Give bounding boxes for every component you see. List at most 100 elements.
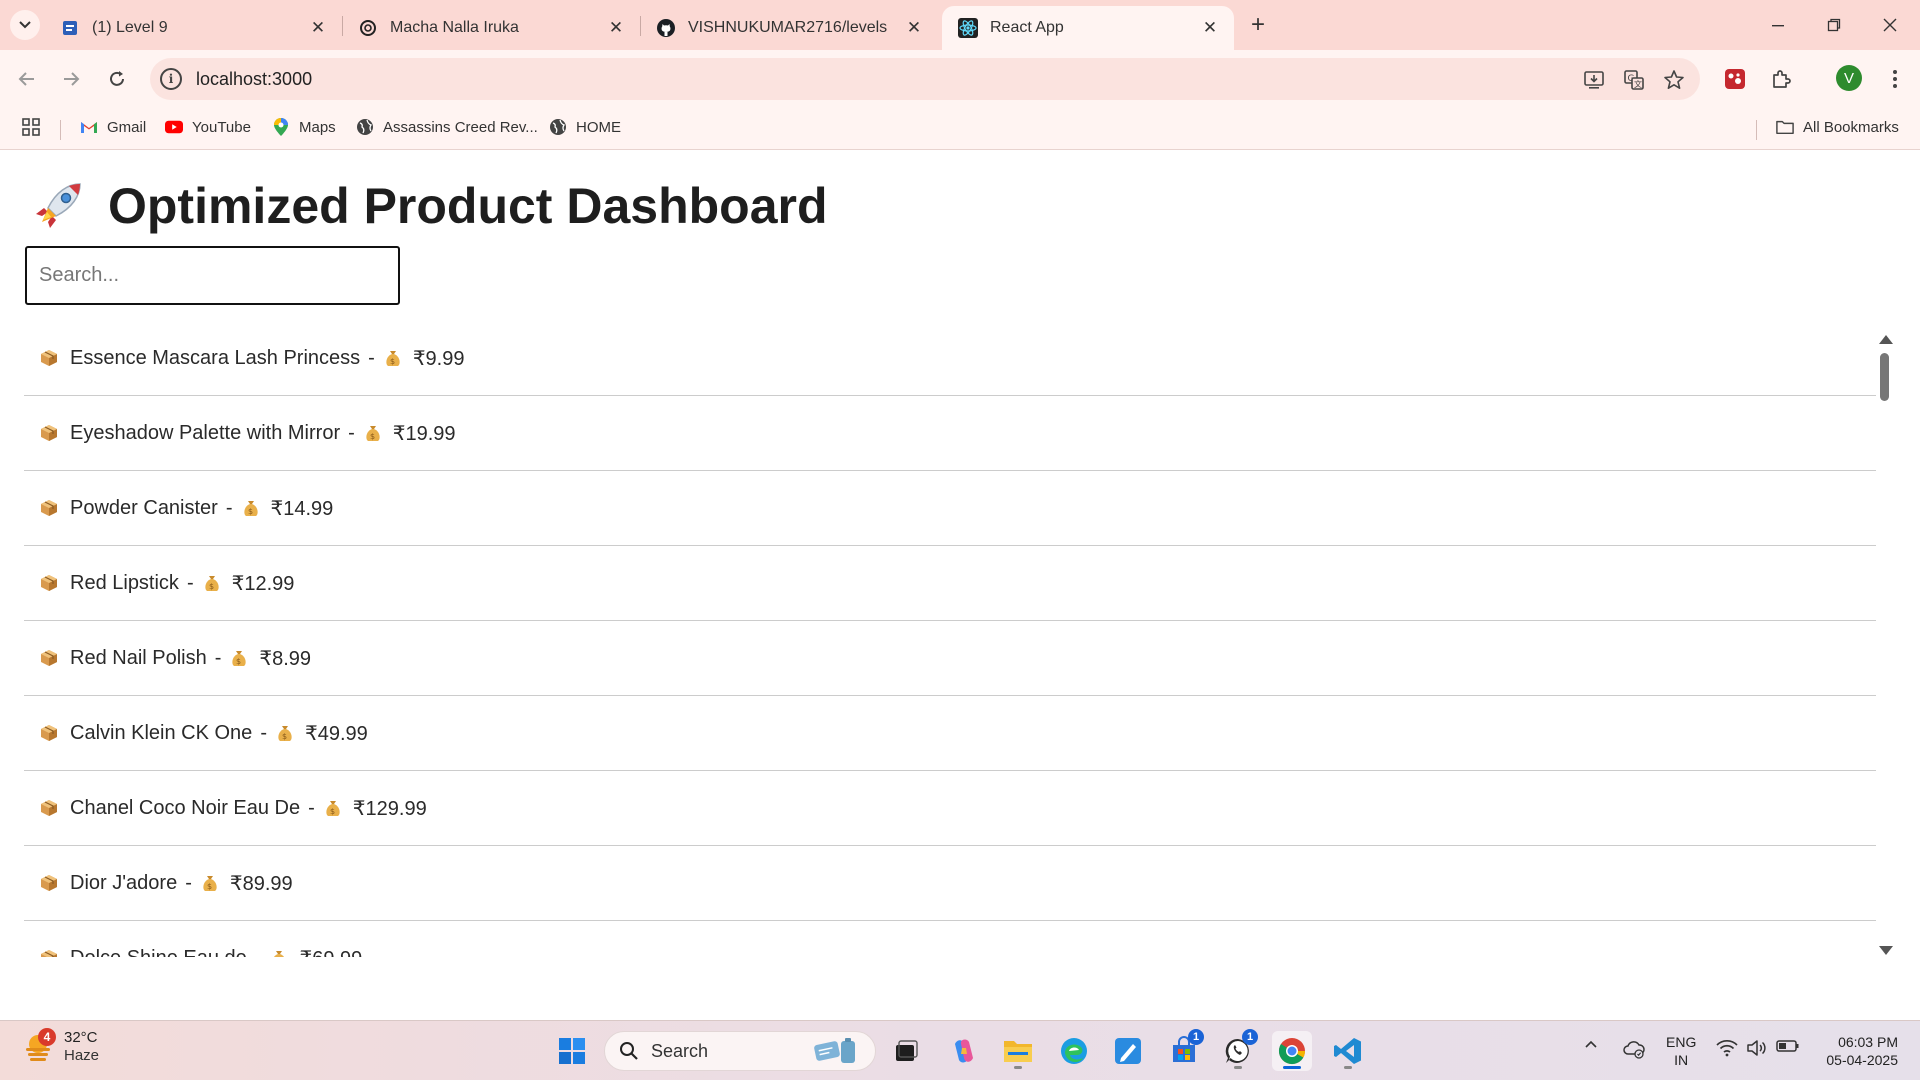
translate-icon[interactable]: G文 (1622, 68, 1646, 92)
taskbar-clock[interactable]: 06:03 PM 05-04-2025 (1818, 1033, 1898, 1069)
close-tab-icon[interactable]: ✕ (606, 18, 626, 38)
svg-text:$: $ (370, 432, 375, 441)
bookmark-maps[interactable]: Maps (272, 118, 336, 136)
new-tab-button[interactable]: + (1245, 11, 1271, 38)
close-tab-icon[interactable]: ✕ (904, 18, 924, 38)
bookmark-home[interactable]: HOME (549, 118, 621, 136)
taskbar-search-box[interactable]: Search (604, 1031, 876, 1071)
taskbar-app-whatsapp[interactable]: 1 (1218, 1029, 1258, 1071)
tab-level-9[interactable]: (1) Level 9 ✕ (44, 6, 342, 50)
money-bag-icon: $ (204, 576, 219, 591)
tab-search-button[interactable] (10, 10, 40, 40)
site-info-icon[interactable]: i (160, 68, 182, 90)
restore-button[interactable] (1806, 0, 1862, 50)
price-separator: - (225, 496, 233, 519)
svg-text:$: $ (390, 357, 395, 366)
pen-app-icon (1115, 1038, 1141, 1064)
chrome-icon (1278, 1038, 1306, 1065)
arrow-left-icon (18, 72, 34, 86)
extension-puzzle-red-icon[interactable] (1720, 64, 1750, 94)
minimize-button[interactable] (1750, 0, 1806, 50)
profile-avatar[interactable]: V (1836, 65, 1862, 91)
show-hidden-icons-button[interactable] (1584, 1039, 1598, 1049)
chrome-menu-icon[interactable] (1880, 64, 1910, 94)
svg-text:$: $ (207, 882, 212, 891)
taskbar-app-file-explorer[interactable] (998, 1031, 1038, 1071)
package-icon (41, 500, 57, 516)
price-separator: - (186, 571, 194, 594)
tab-title: (1) Level 9 (92, 19, 168, 36)
taskbar-app-draw[interactable] (1108, 1031, 1148, 1071)
scroll-down-arrow-icon[interactable] (1879, 946, 1893, 955)
cloud-sync-icon (1623, 1041, 1645, 1059)
product-price: ₹14.99 (270, 497, 334, 520)
price-separator: - (185, 871, 192, 894)
svg-text:$: $ (248, 507, 253, 516)
page-title: Optimized Product Dashboard (30, 177, 828, 235)
bookmark-gmail[interactable]: Gmail (80, 118, 146, 136)
bookmarks-divider (1756, 120, 1757, 140)
bookmark-youtube[interactable]: YouTube (165, 118, 251, 136)
product-name: Essence Mascara Lash Princess (70, 346, 361, 369)
url-text: localhost:3000 (196, 69, 313, 89)
edge-icon (1061, 1038, 1087, 1064)
battery-icon (1776, 1040, 1799, 1052)
taskbar-app-edge[interactable] (1054, 1031, 1094, 1071)
tab-github-levels[interactable]: VISHNUKUMAR2716/levels ✕ (640, 6, 938, 50)
install-app-icon[interactable] (1582, 68, 1606, 92)
wifi-icon (1716, 1039, 1738, 1057)
bookmark-assassins-creed[interactable]: Assassins Creed Rev... (356, 118, 538, 136)
package-icon (41, 800, 57, 816)
tab-react-app[interactable]: React App ✕ (942, 6, 1234, 50)
reload-icon (110, 71, 124, 86)
all-bookmarks-button[interactable]: All Bookmarks (1776, 118, 1899, 136)
battery-tray-button[interactable] (1776, 1039, 1800, 1053)
close-tab-icon[interactable]: ✕ (308, 18, 328, 38)
price-separator: - (214, 646, 222, 669)
bookmark-star-icon[interactable] (1662, 68, 1686, 92)
onedrive-tray-button[interactable] (1622, 1039, 1646, 1059)
arrow-right-icon (64, 72, 80, 86)
reload-button[interactable] (102, 64, 132, 94)
search-input[interactable] (25, 246, 400, 305)
volume-tray-button[interactable] (1746, 1039, 1768, 1057)
taskbar-app-vscode[interactable] (1328, 1031, 1368, 1071)
forward-button[interactable] (56, 64, 86, 94)
close-window-button[interactable] (1862, 0, 1918, 50)
close-tab-icon[interactable]: ✕ (1200, 18, 1220, 38)
taskbar-app-copilot[interactable] (944, 1031, 984, 1071)
apps-grid-button[interactable] (22, 118, 49, 136)
back-button[interactable] (12, 64, 42, 94)
weather-widget[interactable]: 4 32°C Haze (24, 1028, 99, 1065)
start-button[interactable] (552, 1031, 592, 1071)
wifi-tray-button[interactable] (1716, 1039, 1738, 1057)
address-bar[interactable]: i localhost:3000 G文 (150, 58, 1700, 100)
taskbar-app-chrome[interactable] (1272, 1031, 1312, 1071)
list-scrollbar[interactable] (1876, 335, 1896, 955)
tab-macha-nalla-iruka[interactable]: Macha Nalla Iruka ✕ (342, 6, 640, 50)
taskbar-app-task-view[interactable] (886, 1031, 926, 1071)
product-list-item: Calvin Klein CK One - $ ₹49.99 (24, 696, 1876, 771)
tab-title: React App (990, 19, 1064, 36)
product-list: Essence Mascara Lash Princess - $ ₹9.99 … (24, 321, 1876, 957)
money-bag-icon: $ (232, 651, 247, 666)
money-bag-icon: $ (203, 876, 217, 891)
haze-sun-icon: 4 (24, 1028, 56, 1062)
bookmarks-divider (60, 120, 61, 140)
taskbar-app-store[interactable]: 1 (1164, 1029, 1204, 1071)
price-separator: - (308, 796, 315, 819)
input-language-indicator[interactable]: ENG IN (1666, 1033, 1696, 1069)
extensions-icon[interactable] (1766, 64, 1796, 94)
product-name: Chanel Coco Noir Eau De (70, 796, 301, 819)
product-price: ₹69.99 (299, 946, 362, 958)
money-bag-icon: $ (366, 426, 380, 441)
globe-icon (356, 118, 374, 136)
weather-alert-badge: 4 (38, 1028, 56, 1046)
scroll-up-arrow-icon[interactable] (1879, 335, 1893, 344)
scrollbar-thumb[interactable] (1880, 353, 1889, 401)
product-price: ₹129.99 (352, 797, 427, 820)
speaker-icon (1747, 1040, 1766, 1056)
product-list-item: Red Nail Polish - $ ₹8.99 (24, 621, 1876, 696)
tab-title: VISHNUKUMAR2716/levels (688, 19, 888, 36)
github-icon (656, 18, 676, 38)
